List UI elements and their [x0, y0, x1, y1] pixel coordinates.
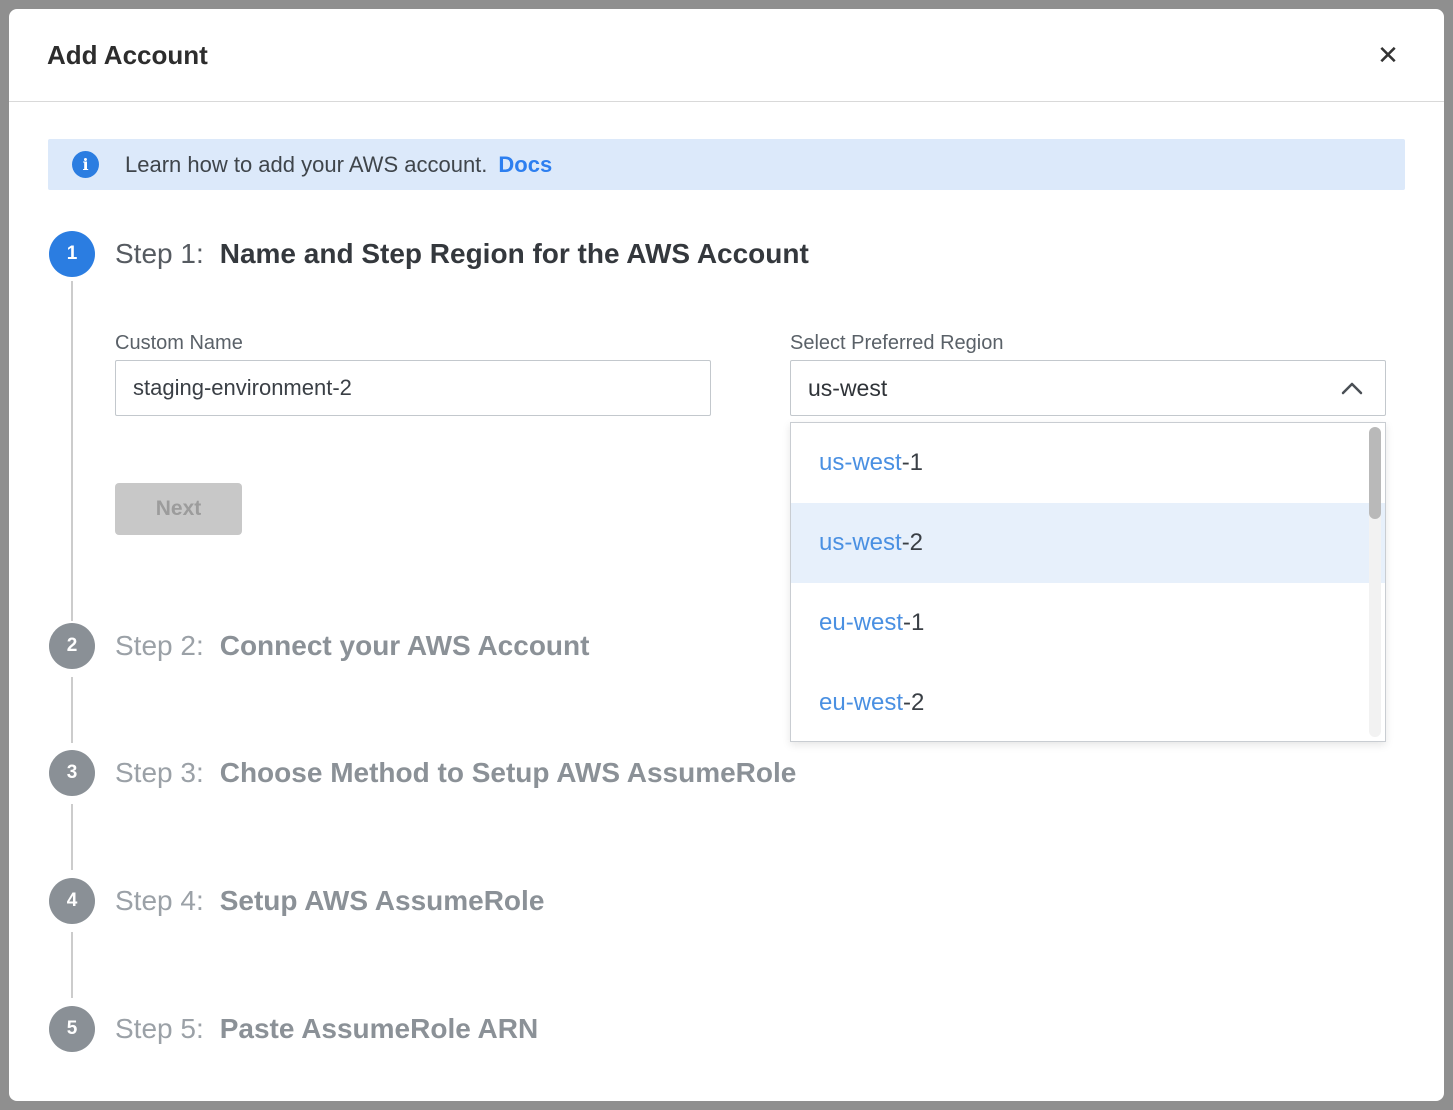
step-2-number: 2 — [67, 635, 78, 657]
step-4-circle: 4 — [49, 878, 95, 924]
region-dropdown: us-west-1 us-west-2 eu-west-1 eu-west-2 — [790, 422, 1386, 742]
connector-step2-step3 — [71, 677, 73, 743]
banner-text: Learn how to add your AWS account. — [125, 152, 487, 178]
dropdown-scrollbar-thumb[interactable] — [1369, 427, 1381, 519]
modal-header: Add Account ✕ — [9, 9, 1444, 102]
chevron-up-icon — [1341, 377, 1363, 399]
dropdown-scrollbar-track[interactable] — [1369, 427, 1381, 737]
step-3-number: 3 — [67, 762, 78, 784]
step-4-label: Step 4: — [115, 885, 204, 917]
step-1-number: 1 — [67, 243, 78, 265]
step-2-label: Step 2: — [115, 630, 204, 662]
region-select[interactable]: us-west — [790, 360, 1386, 416]
step-5-header: Step 5: Paste AssumeRole ARN — [115, 1006, 538, 1052]
connector-step1-step2 — [71, 281, 73, 621]
option-match-text: eu-west — [819, 609, 903, 637]
option-match-text: us-west — [819, 529, 902, 557]
option-suffix-text: -1 — [903, 609, 924, 637]
docs-link[interactable]: Docs — [498, 152, 552, 178]
custom-name-label: Custom Name — [115, 332, 243, 355]
step-4-number: 4 — [67, 890, 78, 912]
connector-step4-step5 — [71, 932, 73, 998]
option-suffix-text: -2 — [903, 689, 924, 717]
info-banner: i Learn how to add your AWS account. Doc… — [48, 139, 1405, 190]
region-option-eu-west-2[interactable]: eu-west-2 — [791, 663, 1385, 743]
step-4-title: Setup AWS AssumeRole — [220, 885, 545, 917]
region-option-us-west-2[interactable]: us-west-2 — [791, 503, 1385, 583]
modal-title: Add Account — [47, 9, 208, 101]
next-button[interactable]: Next — [115, 483, 242, 535]
close-icon[interactable]: ✕ — [1368, 9, 1408, 101]
step-4-header: Step 4: Setup AWS AssumeRole — [115, 878, 544, 924]
step-1-circle: 1 — [49, 231, 95, 277]
step-3-label: Step 3: — [115, 757, 204, 789]
region-option-us-west-1[interactable]: us-west-1 — [791, 423, 1385, 503]
add-account-modal: Add Account ✕ i Learn how to add your AW… — [9, 9, 1444, 1101]
step-5-circle: 5 — [49, 1006, 95, 1052]
step-2-title: Connect your AWS Account — [220, 630, 590, 662]
option-suffix-text: -2 — [902, 529, 923, 557]
connector-step3-step4 — [71, 804, 73, 870]
step-3-circle: 3 — [49, 750, 95, 796]
step-5-title: Paste AssumeRole ARN — [220, 1013, 538, 1045]
step-3-header: Step 3: Choose Method to Setup AWS Assum… — [115, 750, 796, 796]
step-1-label: Step 1: — [115, 238, 204, 270]
custom-name-input[interactable] — [115, 360, 711, 416]
step-5-number: 5 — [67, 1018, 78, 1040]
step-2-header: Step 2: Connect your AWS Account — [115, 623, 589, 669]
region-label: Select Preferred Region — [790, 332, 1003, 355]
step-1-title: Name and Step Region for the AWS Account — [220, 238, 809, 270]
info-icon: i — [72, 151, 99, 178]
option-match-text: eu-west — [819, 689, 903, 717]
region-option-eu-west-1[interactable]: eu-west-1 — [791, 583, 1385, 663]
step-3-title: Choose Method to Setup AWS AssumeRole — [220, 757, 797, 789]
option-match-text: us-west — [819, 449, 902, 477]
step-1-header: Step 1: Name and Step Region for the AWS… — [115, 231, 809, 277]
step-5-label: Step 5: — [115, 1013, 204, 1045]
region-select-value: us-west — [808, 375, 887, 402]
option-suffix-text: -1 — [902, 449, 923, 477]
step-2-circle: 2 — [49, 623, 95, 669]
